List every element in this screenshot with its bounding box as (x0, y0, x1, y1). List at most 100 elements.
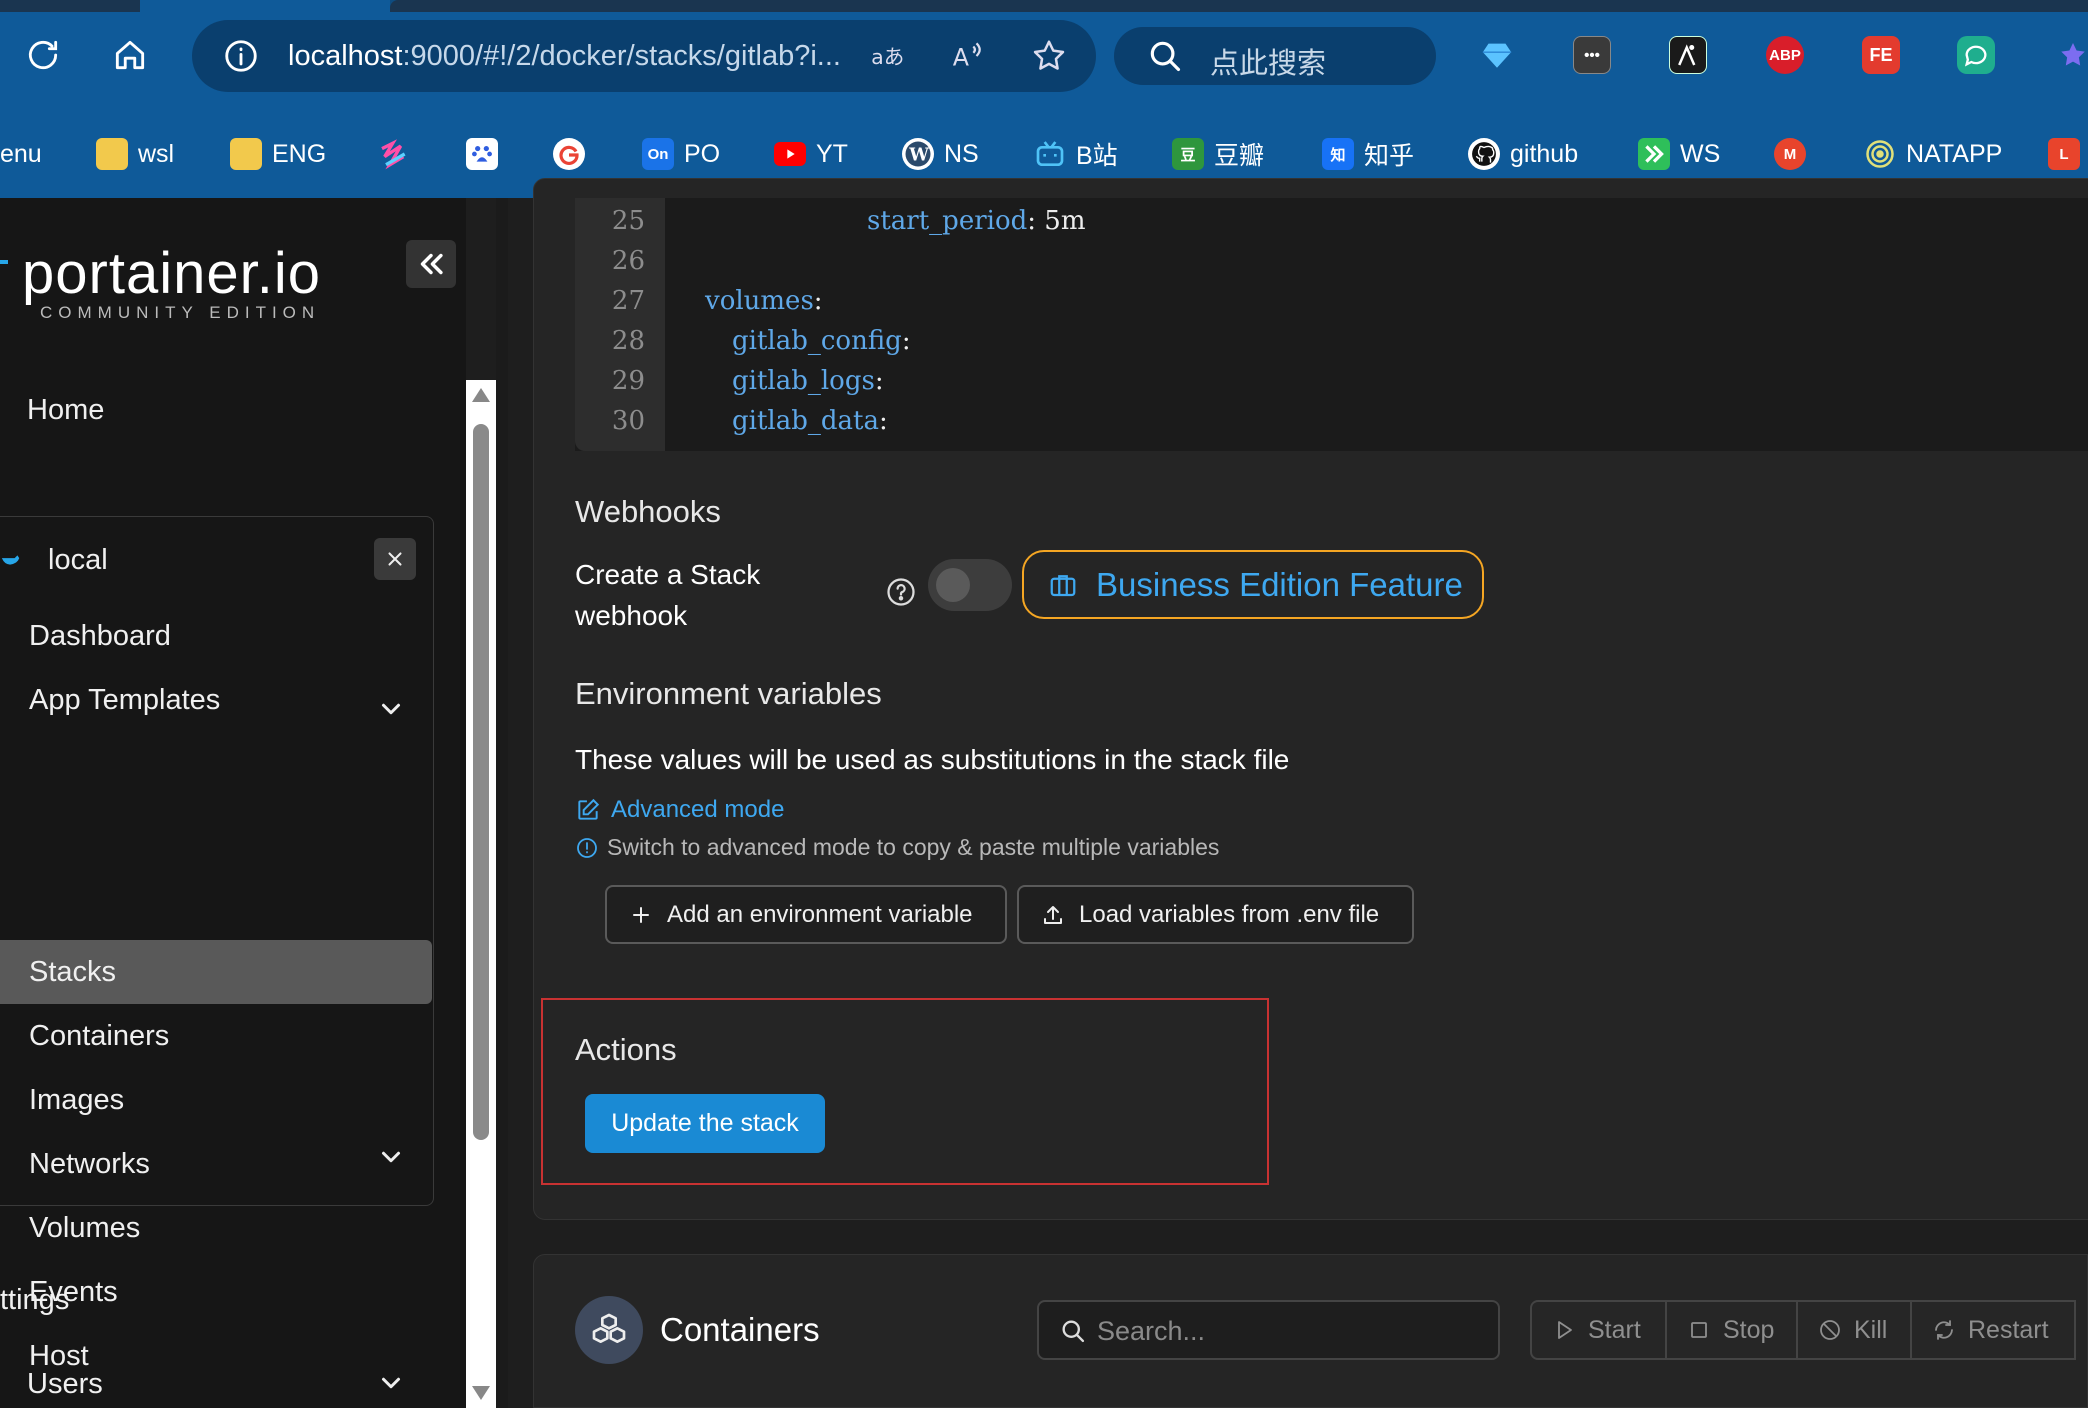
browser-tab-active[interactable] (140, 0, 390, 12)
chat-extension-icon[interactable] (1957, 36, 1995, 74)
environment-variables-description: These values will be used as substitutio… (575, 744, 1290, 775)
scroll-up-arrow-icon[interactable] (472, 388, 490, 402)
kill-button[interactable]: Kill (1796, 1300, 1912, 1360)
line-number: 28 (611, 326, 645, 356)
sidebar-item-volumes[interactable]: Volumes (29, 1196, 461, 1260)
diamond-extension-icon[interactable] (1478, 36, 1516, 74)
sidebar-gutter (496, 198, 508, 1408)
double-chevron-left-icon (420, 253, 443, 275)
bookmark-scribble[interactable] (378, 132, 410, 176)
sidebar-item-containers[interactable]: Containers (29, 1004, 461, 1068)
business-edition-badge[interactable]: Business Edition Feature (1022, 550, 1484, 619)
collapse-sidebar-button[interactable] (406, 240, 456, 288)
restart-icon (1935, 1320, 1953, 1340)
portainer-logo[interactable]: portainer.io COMMUNITY EDITION (0, 240, 321, 323)
code-text: volumes: (705, 286, 823, 316)
home-icon[interactable] (107, 32, 153, 78)
environment-header[interactable]: local (0, 538, 432, 582)
more-extension-icon[interactable]: ••• (1573, 36, 1611, 74)
code-line[interactable]: 25 start_period: 5m (575, 206, 2075, 246)
close-environment-button[interactable] (374, 538, 416, 580)
sidebar-item-images[interactable]: Images (29, 1068, 461, 1132)
line-number: 27 (611, 286, 645, 316)
scroll-down-arrow-icon[interactable] (472, 1386, 490, 1400)
browser-search-placeholder: 点此搜索 (1210, 48, 1327, 80)
yaml-value: : (813, 286, 823, 316)
code-line[interactable]: 28 gitlab_config: (575, 326, 2075, 366)
sidebar-item-stacks[interactable]: Stacks (29, 940, 461, 1004)
google-icon (553, 138, 585, 170)
browser-search-box[interactable]: 点此搜索 (1114, 27, 1436, 85)
code-text: gitlab_logs: (732, 366, 884, 396)
bookmark-l[interactable]: L (2048, 132, 2080, 176)
bookmark-github[interactable]: github (1468, 132, 1578, 176)
bookmark-douban[interactable]: 豆豆瓣 (1172, 132, 1264, 176)
update-stack-button[interactable]: Update the stack (585, 1094, 825, 1153)
containers-title: Containers (660, 1311, 820, 1348)
site-info-icon[interactable] (218, 33, 264, 79)
douban-icon: 豆 (1172, 138, 1204, 170)
favorite-star-icon[interactable] (1026, 33, 1072, 79)
browser-tab[interactable] (390, 0, 2088, 12)
browser-tab-strip (0, 0, 2088, 12)
bookmark-natapp[interactable]: NATAPP (1864, 132, 2002, 176)
yaml-value: : 5m (1027, 206, 1086, 236)
l-icon: L (2048, 138, 2080, 170)
abp-extension-icon[interactable]: ABP (1766, 36, 1804, 74)
refresh-icon[interactable] (20, 32, 66, 78)
sidebar-scrollbar[interactable] (466, 380, 496, 1408)
containers-search-input[interactable]: Search... (1037, 1300, 1500, 1360)
briefcase-icon (1050, 574, 1076, 596)
advanced-mode-link[interactable]: Advanced mode (575, 796, 784, 824)
read-aloud-icon[interactable]: A (944, 33, 990, 79)
line-number: 25 (611, 206, 645, 236)
bookmark-bilibili[interactable]: B站 (1034, 132, 1118, 176)
chevron-down-icon[interactable] (376, 1142, 406, 1172)
code-line[interactable]: 27 volumes: (575, 286, 2075, 326)
bookmark-eng[interactable]: ENG (230, 132, 326, 176)
scrollbar-thumb[interactable] (473, 424, 489, 1140)
code-text: start_period: 5m (867, 206, 1085, 236)
fe-extension-icon[interactable]: FE (1862, 36, 1900, 74)
start-button[interactable]: Start (1530, 1300, 1667, 1360)
sidebar: portainer.io COMMUNITY EDITION Home loca… (0, 198, 466, 1408)
yaml-value: : (901, 326, 911, 356)
bookmark-baidu[interactable] (466, 132, 498, 176)
double-chevron-icon (1638, 138, 1670, 170)
bookmark-google[interactable] (553, 132, 585, 176)
bookmark-ns[interactable]: W NS (902, 132, 979, 176)
chevron-down-icon[interactable] (376, 694, 406, 724)
bookmark-menu[interactable]: enu (0, 132, 42, 176)
search-icon (1062, 1320, 1085, 1343)
yaml-key: gitlab_data (732, 406, 879, 436)
m-icon: M (1774, 138, 1806, 170)
translate-icon[interactable]: aあ (864, 33, 910, 79)
bookmark-wsl[interactable]: wsl (96, 132, 174, 176)
code-line[interactable]: 30 gitlab_data: (575, 406, 2075, 446)
sidebar-item-settings[interactable]: ttings (0, 1278, 432, 1322)
address-bar[interactable]: localhost:9000/#!/2/docker/stacks/gitlab… (192, 20, 1096, 92)
reader-extension-icon[interactable] (1669, 36, 1707, 74)
bookmark-yt[interactable]: YT (774, 132, 848, 176)
url-text[interactable]: localhost:9000/#!/2/docker/stacks/gitlab… (288, 40, 841, 73)
star-extension-icon[interactable] (2054, 36, 2088, 74)
sidebar-item-home[interactable]: Home (27, 388, 459, 432)
browser-toolbar: localhost:9000/#!/2/docker/stacks/gitlab… (0, 12, 2088, 108)
code-line[interactable]: 29 gitlab_logs: (575, 366, 2075, 406)
add-environment-variable-button[interactable]: Add an environment variable (605, 885, 1007, 944)
webhook-toggle[interactable] (928, 559, 1012, 611)
code-line[interactable]: 26 (575, 246, 2075, 286)
restart-button[interactable]: Restart (1910, 1300, 2076, 1360)
containers-icon (575, 1296, 643, 1364)
compose-code-editor[interactable]: 25 start_period: 5m 26 27 volumes: 28 gitlab_c… (575, 198, 2088, 451)
help-circle-icon[interactable] (886, 577, 916, 607)
stop-button[interactable]: Stop (1665, 1300, 1798, 1360)
bookmark-zhihu[interactable]: 知知乎 (1322, 132, 1414, 176)
sidebar-item-users[interactable]: Users (27, 1362, 459, 1406)
sidebar-item-dashboard[interactable]: Dashboard (29, 604, 461, 668)
load-env-file-button[interactable]: Load variables from .env file (1017, 885, 1414, 944)
browser-tab[interactable] (0, 0, 140, 12)
bookmark-m[interactable]: M (1774, 132, 1806, 176)
bookmark-po[interactable]: On PO (642, 132, 720, 176)
bookmark-ws[interactable]: WS (1638, 132, 1720, 176)
